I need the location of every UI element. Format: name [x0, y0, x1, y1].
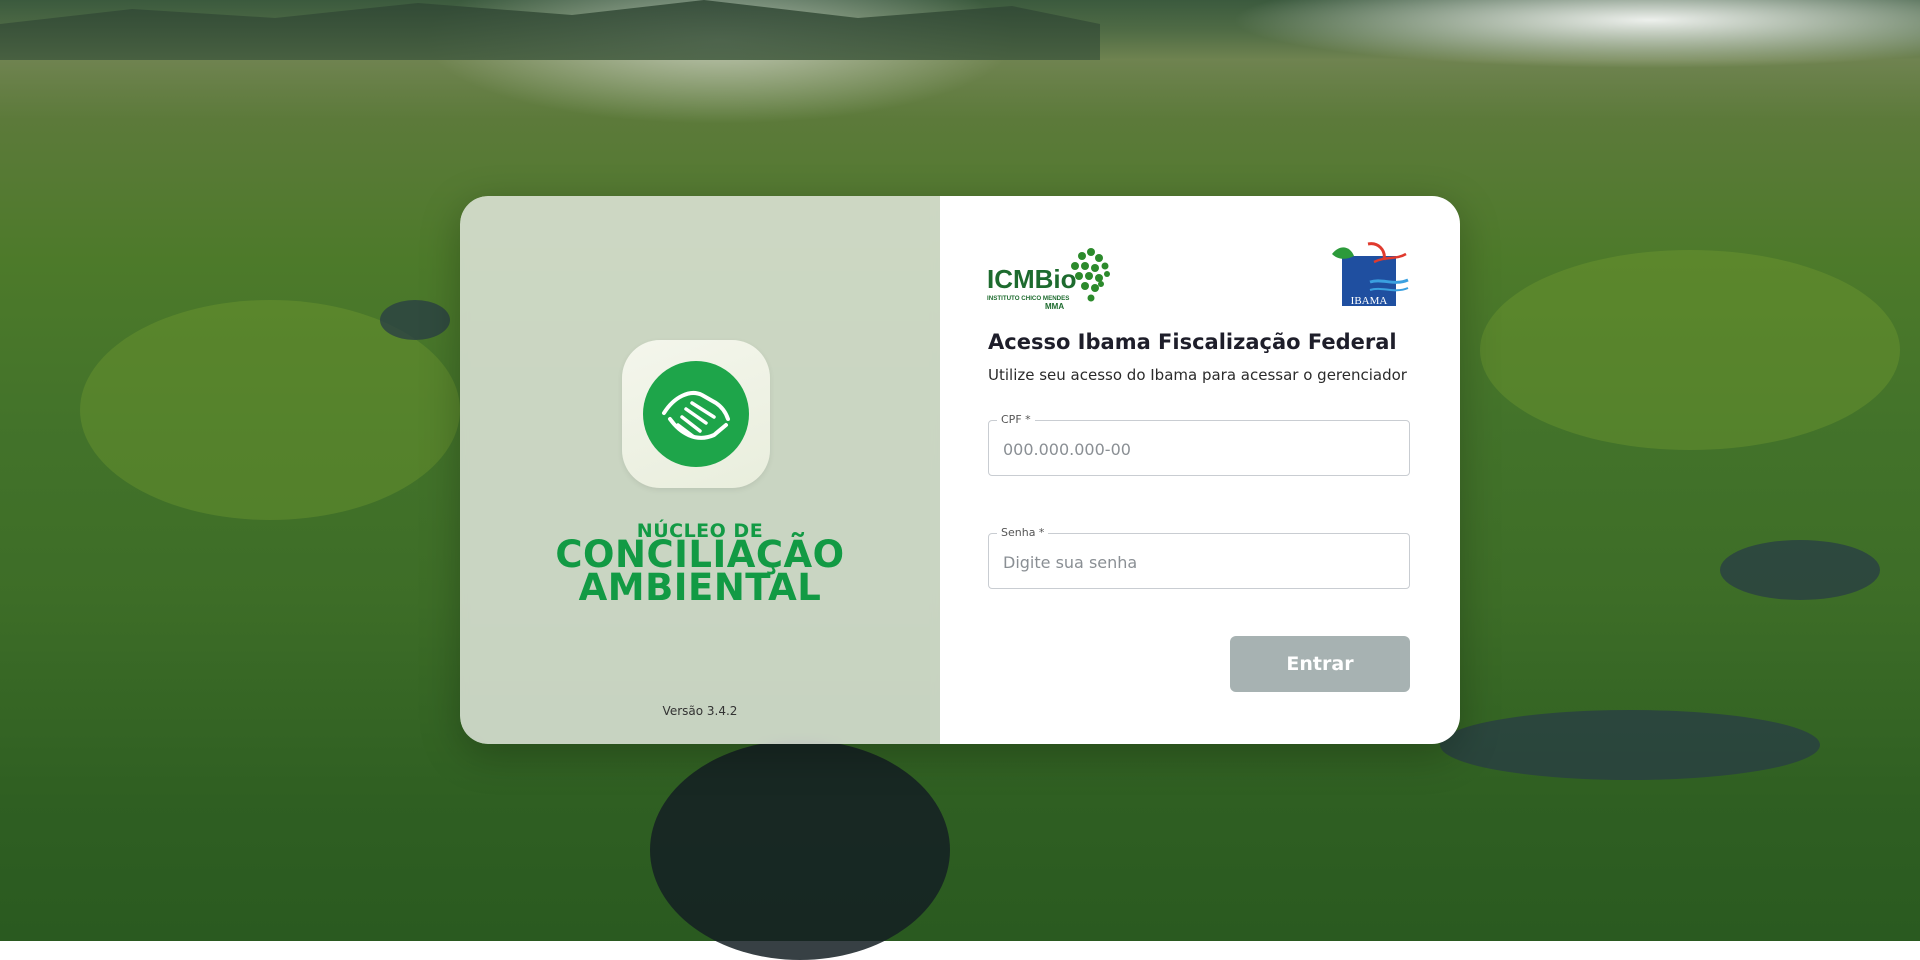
mountain-silhouette — [0, 0, 1100, 60]
handshake-icon — [643, 361, 749, 467]
foliage-patch — [1480, 250, 1900, 450]
river-segment — [1440, 710, 1820, 780]
brand-title-line2: AMBIENTAL — [578, 566, 822, 609]
senha-label: Senha * — [997, 526, 1049, 539]
cpf-label: CPF * — [997, 413, 1035, 426]
version-label: Versão 3.4.2 — [662, 704, 738, 718]
entrar-button[interactable]: Entrar — [1230, 636, 1410, 692]
senha-field[interactable]: Senha * — [988, 526, 1410, 589]
cpf-field[interactable]: CPF * — [988, 413, 1410, 476]
river-segment — [1720, 540, 1880, 600]
cpf-input[interactable] — [1001, 433, 1401, 465]
app-icon — [622, 340, 770, 488]
river-segment — [380, 300, 450, 340]
brand-panel: NÚCLEO DE CONCILIAÇÃO AMBIENTAL Versão 3… — [460, 196, 940, 744]
brand-title: CONCILIAÇÃO AMBIENTAL — [460, 536, 940, 609]
senha-input[interactable] — [1001, 546, 1401, 578]
river-segment — [650, 740, 950, 960]
